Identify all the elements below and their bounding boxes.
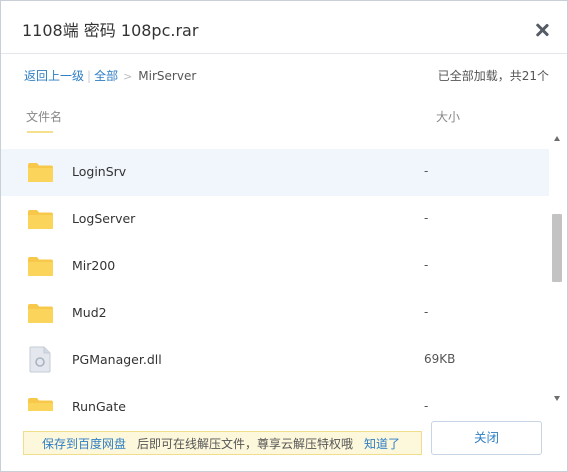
file-row[interactable]: LogServer - xyxy=(1,196,549,243)
folder-icon xyxy=(28,304,53,323)
file-name: LoginSrv xyxy=(72,164,127,179)
file-name: RunGate xyxy=(72,399,126,411)
dialog-titlebar: 1108端 密码 108pc.rar xyxy=(1,1,567,54)
loaded-status: 已全部加载，共21个 xyxy=(437,69,549,83)
column-sort-indicator xyxy=(27,131,53,133)
breadcrumb: 返回上一级 | 全部 > MirServer xyxy=(24,67,196,84)
folder-icon xyxy=(28,210,53,229)
column-header-name[interactable]: 文件名 xyxy=(26,108,62,125)
banner-message: 后即可在线解压文件，尊享云解压特权哦 xyxy=(137,437,354,451)
got-it-link[interactable]: 知道了 xyxy=(364,435,400,452)
extract-dialog: 1108端 密码 108pc.rar 返回上一级 | 全部 > MirServer 已全… xyxy=(0,0,568,472)
file-size: - xyxy=(424,258,429,272)
file-size: - xyxy=(424,305,429,319)
file-list: LoginSrv - LogServer - Mir200 - Mud2 - P… xyxy=(1,149,549,411)
breadcrumb-arrow-icon: > xyxy=(123,70,133,83)
close-icon[interactable] xyxy=(535,23,549,37)
folder-icon xyxy=(28,163,53,182)
file-row[interactable]: Mir200 - xyxy=(1,243,549,290)
folder-icon xyxy=(28,398,53,411)
file-name: LogServer xyxy=(72,211,136,226)
file-size: 69KB xyxy=(424,352,456,366)
scroll-up-arrow-icon[interactable] xyxy=(554,136,560,141)
file-name: Mir200 xyxy=(72,258,116,273)
dialog-title: 1108端 密码 108pc.rar xyxy=(22,21,199,40)
breadcrumb-separator: | xyxy=(87,69,92,83)
file-row[interactable]: RunGate - xyxy=(1,384,549,411)
scrollbar-thumb[interactable] xyxy=(552,214,562,282)
back-link[interactable]: 返回上一级 xyxy=(24,69,84,83)
file-name: Mud2 xyxy=(72,305,107,320)
file-size: - xyxy=(424,211,429,225)
file-row[interactable]: PGManager.dll 69KB xyxy=(1,337,549,384)
scroll-down-arrow-icon[interactable] xyxy=(554,396,560,401)
file-name: PGManager.dll xyxy=(72,352,162,367)
folder-icon xyxy=(28,257,53,276)
file-row[interactable]: Mud2 - xyxy=(1,290,549,337)
file-row[interactable]: LoginSrv - xyxy=(1,149,549,196)
save-to-cloud-banner: 保存到百度网盘 后即可在线解压文件，尊享云解压特权哦 知道了 xyxy=(23,431,422,455)
breadcrumb-current: MirServer xyxy=(138,69,197,83)
file-list-scrollbar[interactable] xyxy=(551,134,564,406)
save-to-baidu-link[interactable]: 保存到百度网盘 xyxy=(42,435,126,452)
all-link[interactable]: 全部 xyxy=(94,69,118,83)
column-header-size[interactable]: 大小 xyxy=(436,108,460,125)
file-size: - xyxy=(424,164,429,178)
file-icon xyxy=(29,346,51,373)
file-size: - xyxy=(424,399,429,411)
close-button[interactable]: 关闭 xyxy=(431,421,542,455)
